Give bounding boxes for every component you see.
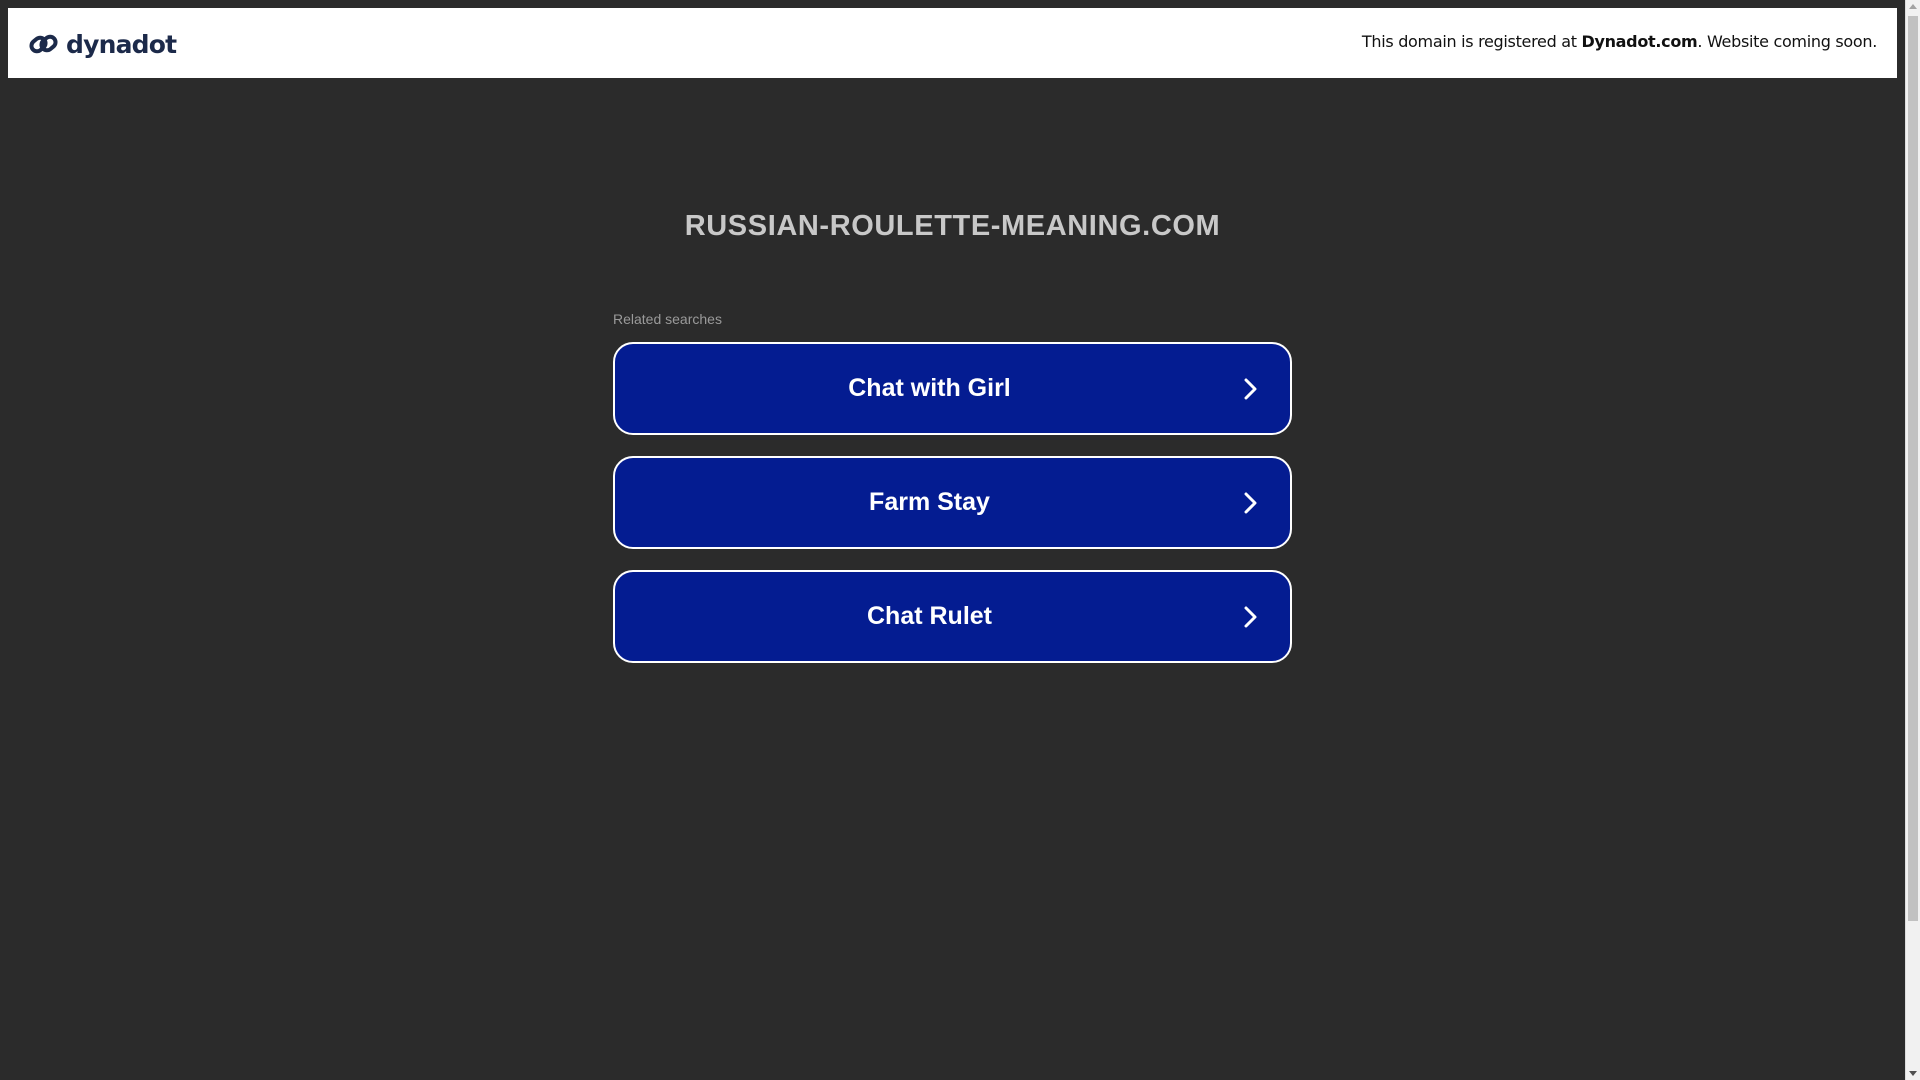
dynadot-link-icon xyxy=(29,34,58,54)
related-searches-label: Related searches xyxy=(613,311,722,327)
top-banner: dynadot This domain is registered at Dyn… xyxy=(8,8,1897,78)
scroll-up-arrow-icon[interactable] xyxy=(1909,4,1917,9)
scroll-down-arrow-icon[interactable] xyxy=(1909,1071,1917,1076)
scroll-thumb[interactable] xyxy=(1908,16,1918,921)
chevron-right-icon xyxy=(1244,492,1257,513)
search-link-label: Chat with Girl xyxy=(848,374,1011,402)
registered-brand[interactable]: Dynadot.com xyxy=(1581,32,1697,51)
search-link-farm-stay[interactable]: Farm Stay xyxy=(613,456,1292,549)
chevron-right-icon xyxy=(1244,378,1257,399)
chevron-right-icon xyxy=(1244,606,1257,627)
domain-title: RUSSIAN-ROULETTE-MEANING.COM xyxy=(684,210,1221,242)
search-link-label: Chat Rulet xyxy=(867,602,992,630)
registered-notice: This domain is registered at Dynadot.com… xyxy=(1362,32,1877,51)
search-link-chat-with-girl[interactable]: Chat with Girl xyxy=(613,342,1292,435)
search-link-label: Farm Stay xyxy=(869,488,990,516)
related-searches-list: Chat with Girl Farm Stay Chat Rulet xyxy=(613,342,1292,684)
search-link-chat-rulet[interactable]: Chat Rulet xyxy=(613,570,1292,663)
dynadot-logo[interactable]: dynadot xyxy=(28,27,177,61)
logo-text: dynadot xyxy=(66,29,177,59)
vertical-scrollbar[interactable] xyxy=(1905,0,1920,1080)
viewport: dynadot This domain is registered at Dyn… xyxy=(0,0,1905,1080)
registered-prefix: This domain is registered at xyxy=(1361,32,1582,51)
page: dynadot This domain is registered at Dyn… xyxy=(0,0,1920,1080)
registered-suffix: . Website coming soon. xyxy=(1697,32,1877,51)
